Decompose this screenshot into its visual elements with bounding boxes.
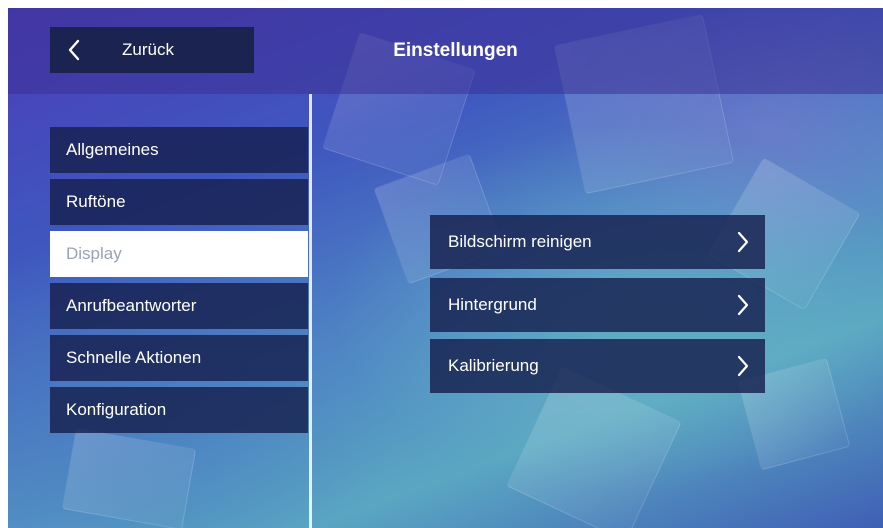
sidebar-item-ruftoene[interactable]: Ruftöne	[50, 179, 308, 225]
sidebar-item-allgemeines[interactable]: Allgemeines	[50, 127, 308, 173]
chevron-right-icon	[737, 355, 749, 377]
option-kalibrierung[interactable]: Kalibrierung	[430, 339, 765, 393]
background-cube	[61, 428, 197, 528]
option-label: Bildschirm reinigen	[448, 232, 592, 251]
panel-divider	[309, 94, 312, 528]
sidebar-item-display[interactable]: Display	[50, 231, 308, 277]
option-hintergrund[interactable]: Hintergrund	[430, 278, 765, 332]
sidebar-item-schnelle-aktionen[interactable]: Schnelle Aktionen	[50, 335, 308, 381]
option-label: Hintergrund	[448, 295, 537, 314]
sidebar-item-anrufbeantworter[interactable]: Anrufbeantworter	[50, 283, 308, 329]
option-label: Kalibrierung	[448, 356, 539, 375]
back-button-label: Zurück	[122, 40, 174, 59]
sidebar-item-konfiguration[interactable]: Konfiguration	[50, 387, 308, 433]
back-button[interactable]: Zurück	[50, 27, 254, 73]
chevron-right-icon	[737, 231, 749, 253]
option-bildschirm-reinigen[interactable]: Bildschirm reinigen	[430, 215, 765, 269]
top-bar: Einstellungen Zurück	[8, 8, 883, 94]
device-screen: Einstellungen Zurück Allgemeines Ruftöne…	[8, 8, 883, 528]
chevron-left-icon	[68, 39, 80, 61]
chevron-right-icon	[737, 294, 749, 316]
